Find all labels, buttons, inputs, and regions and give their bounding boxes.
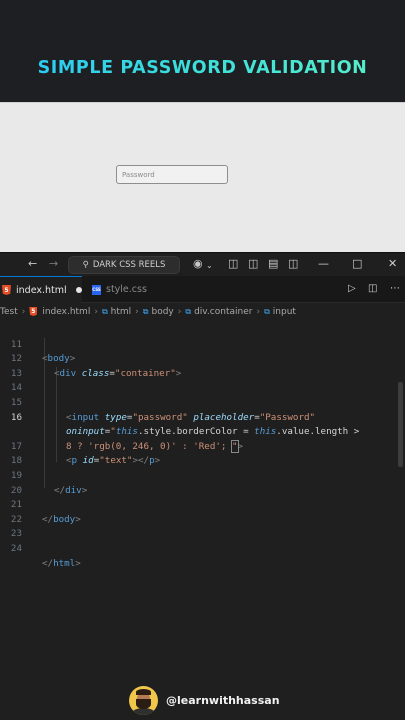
split-editor-icon[interactable]: ◫ <box>368 283 377 294</box>
html5-icon: 5 <box>29 307 38 316</box>
title-banner: SIMPLE PASSWORD VALIDATION <box>0 0 405 102</box>
toggle-panel-icon[interactable]: ▤ <box>268 258 278 270</box>
element-icon: ⧉ <box>264 306 270 316</box>
code-line: 11 <body> <box>10 338 76 365</box>
code-line: 15 <input type="password" placeholder="P… <box>10 396 316 423</box>
run-icon[interactable]: ▷ <box>348 283 356 294</box>
element-icon: ⧉ <box>185 306 192 316</box>
vscode-titlebar: ← → ⚲ DARK CSS REELS ◉ ⌄ ◫ ◫ ▤ ◫ — □ ✕ <box>0 252 405 276</box>
breadcrumb: Test › 5 index.html › ⧉ html › ⧉ body › ⧉ di… <box>0 303 405 320</box>
customize-layout-icon[interactable]: ◫ <box>228 258 238 270</box>
chevron-right-icon: › <box>177 306 182 317</box>
command-center-search[interactable]: ⚲ DARK CSS REELS <box>68 256 180 274</box>
editor-tabs: 5 index.html CSS style.css ▷ ◫ ⋯ <box>0 276 405 303</box>
chevron-right-icon: › <box>94 306 98 317</box>
code-line: 24 </html> <box>10 542 81 569</box>
code-line: 19 </div> <box>10 469 88 496</box>
html5-icon: 5 <box>2 285 11 295</box>
more-actions-icon[interactable]: ⋯ <box>390 283 400 294</box>
code-line: 17 <p id="text"></p> <box>10 440 161 467</box>
close-icon[interactable]: ✕ <box>388 257 397 270</box>
copilot-icon[interactable]: ◉ <box>193 258 203 270</box>
tab-label: index.html <box>16 284 67 296</box>
breadcrumb-item[interactable]: ⧉ body <box>143 307 174 317</box>
code-line: 18 <box>10 455 22 467</box>
toggle-sidebar-icon[interactable]: ◫ <box>248 258 258 270</box>
chevron-down-icon[interactable]: ⌄ <box>206 260 213 272</box>
code-line: 21 </body> <box>10 499 81 525</box>
maximize-icon[interactable]: □ <box>352 257 362 270</box>
avatar <box>129 685 158 715</box>
search-icon: ⚲ <box>82 260 89 270</box>
breadcrumb-item[interactable]: 5 index.html <box>29 307 90 317</box>
code-line: 8 ? 'rgb(0, 246, 0)' : 'Red'; "> <box>66 439 244 453</box>
code-editor[interactable]: 11 <body> 12 13 <div class="container"> … <box>0 320 405 720</box>
code-line: 20 <box>10 484 22 496</box>
code-line: 23 <box>10 528 22 540</box>
tab-index-html[interactable]: 5 index.html <box>0 276 82 303</box>
banner-title: SIMPLE PASSWORD VALIDATION <box>0 58 405 78</box>
code-line: <div class="container"> <box>54 367 182 379</box>
element-icon: ⧉ <box>142 306 149 316</box>
code-line: 14 <box>10 382 22 394</box>
code-line: 16 oninput="this.style.borderColor = thi… <box>10 411 360 438</box>
element-icon: ⧉ <box>101 306 108 316</box>
chevron-right-icon: › <box>256 306 261 317</box>
toggle-secondary-sidebar-icon[interactable]: ◫ <box>288 258 298 270</box>
unsaved-dot-icon[interactable] <box>75 287 82 293</box>
breadcrumb-item[interactable]: ⧉ div.container <box>185 307 252 317</box>
chevron-right-icon: › <box>21 306 26 317</box>
password-input[interactable] <box>116 165 228 184</box>
back-arrow-icon[interactable]: ← <box>28 258 37 270</box>
tab-label: style.css <box>106 284 147 295</box>
creator-watermark: @learnwithhassan <box>129 685 280 715</box>
search-label: DARK CSS REELS <box>92 260 166 270</box>
css3-icon: CSS <box>92 284 101 295</box>
forward-arrow-icon[interactable]: → <box>49 258 58 270</box>
code-line: 22 <box>10 513 22 525</box>
code-line: 12 <box>10 353 22 365</box>
minimize-icon[interactable]: — <box>318 257 329 270</box>
breadcrumb-item[interactable]: ⧉ input <box>264 307 296 317</box>
chevron-right-icon: › <box>135 306 139 317</box>
breadcrumb-item[interactable]: Test <box>0 307 18 317</box>
tab-style-css[interactable]: CSS style.css <box>88 276 168 303</box>
breadcrumb-item[interactable]: ⧉ html <box>102 307 131 317</box>
browser-preview <box>0 102 405 252</box>
creator-handle: @learnwithhassan <box>166 693 280 707</box>
